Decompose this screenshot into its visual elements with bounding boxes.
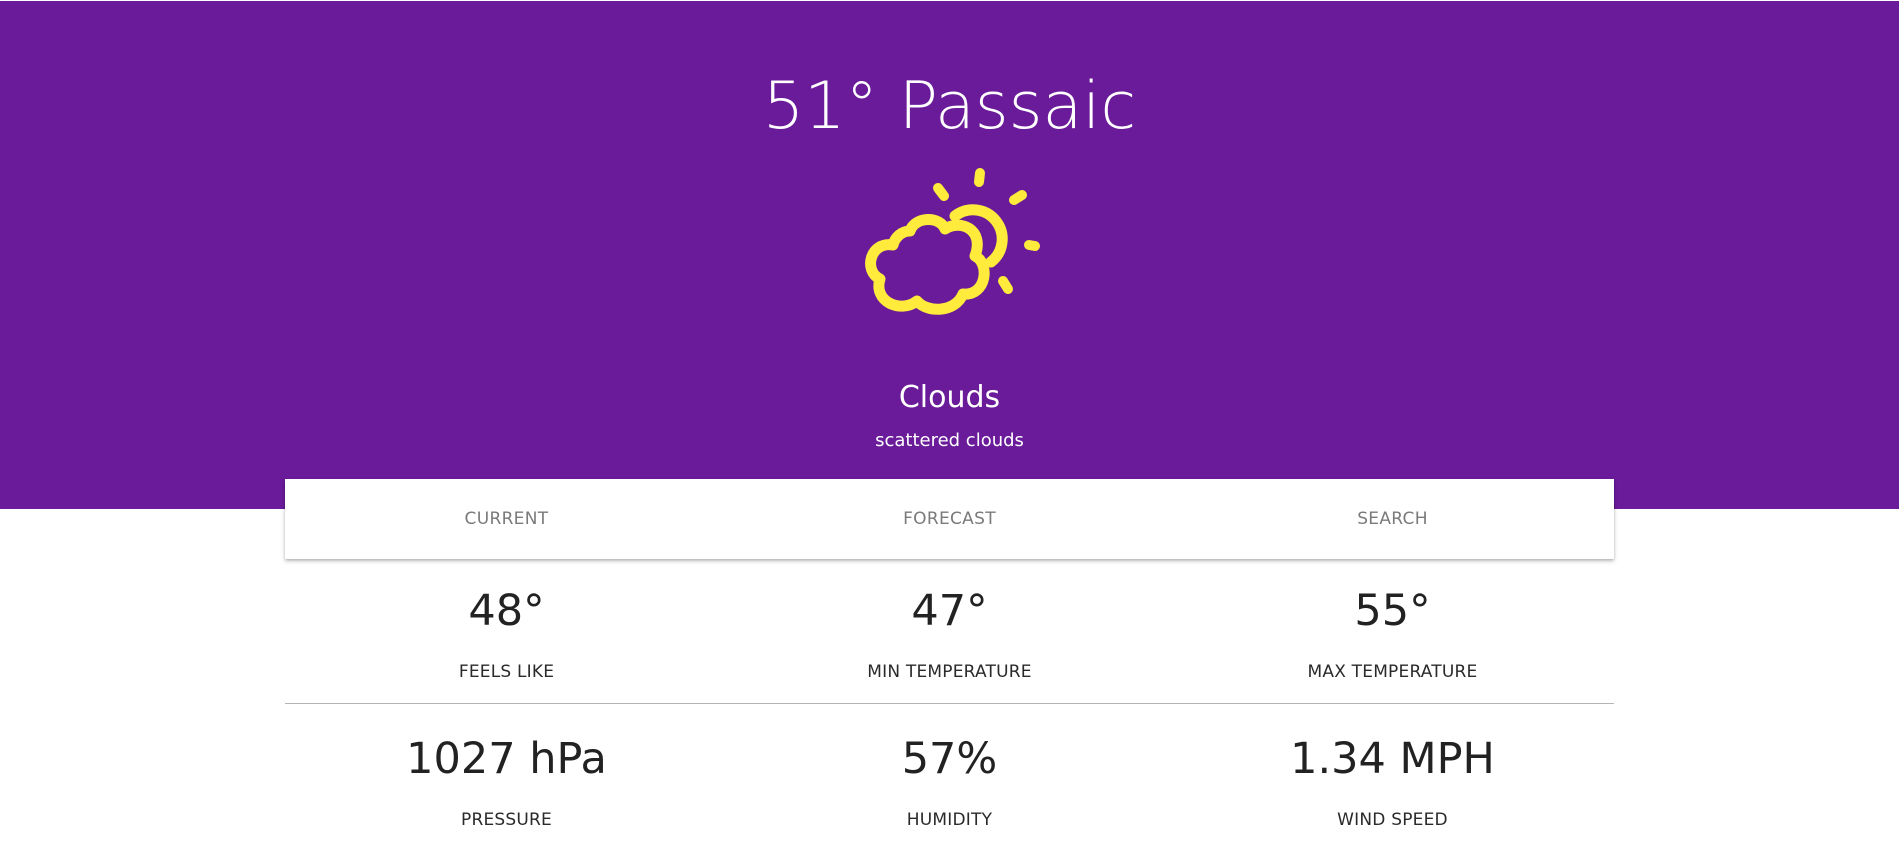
tab-current[interactable]: CURRENT <box>285 479 728 559</box>
wind-speed-label: WIND SPEED <box>1337 810 1448 830</box>
min-temperature-label: MIN TEMPERATURE <box>867 662 1032 682</box>
stat-min-temperature: 47° MIN TEMPERATURE <box>728 580 1171 684</box>
stat-humidity: 57% HUMIDITY <box>728 728 1171 832</box>
wind-speed-value: 1.34 MPH <box>1290 734 1495 784</box>
stats-row-temperature: 48° FEELS LIKE 47° MIN TEMPERATURE 55° M… <box>285 580 1614 684</box>
weather-condition: Clouds <box>898 380 1001 415</box>
hero-header: 51° Passaic Clouds scattered clouds <box>0 1 1899 509</box>
stats-row-conditions: 1027 hPa PRESSURE 57% HUMIDITY 1.34 MPH … <box>285 728 1614 832</box>
min-temperature-value: 47° <box>911 586 988 636</box>
weather-description: scattered clouds <box>875 430 1024 451</box>
tab-forecast[interactable]: FORECAST <box>728 479 1171 559</box>
max-temperature-label: MAX TEMPERATURE <box>1307 662 1478 682</box>
page-title: 51° Passaic <box>762 69 1137 144</box>
humidity-value: 57% <box>901 734 998 784</box>
pressure-label: PRESSURE <box>461 810 552 830</box>
stats-divider <box>285 703 1614 704</box>
feels-like-label: FEELS LIKE <box>458 662 555 682</box>
stat-max-temperature: 55° MAX TEMPERATURE <box>1171 580 1614 684</box>
pressure-value: 1027 hPa <box>406 734 607 784</box>
stat-pressure: 1027 hPa PRESSURE <box>285 728 728 832</box>
max-temperature-value: 55° <box>1354 586 1431 636</box>
feels-like-value: 48° <box>468 586 545 636</box>
partly-cloudy-icon <box>865 168 1040 315</box>
tab-search[interactable]: SEARCH <box>1171 479 1614 559</box>
stat-wind-speed: 1.34 MPH WIND SPEED <box>1171 728 1614 832</box>
humidity-label: HUMIDITY <box>906 810 993 830</box>
tab-bar: CURRENT FORECAST SEARCH <box>285 479 1614 559</box>
stat-feels-like: 48° FEELS LIKE <box>285 580 728 684</box>
